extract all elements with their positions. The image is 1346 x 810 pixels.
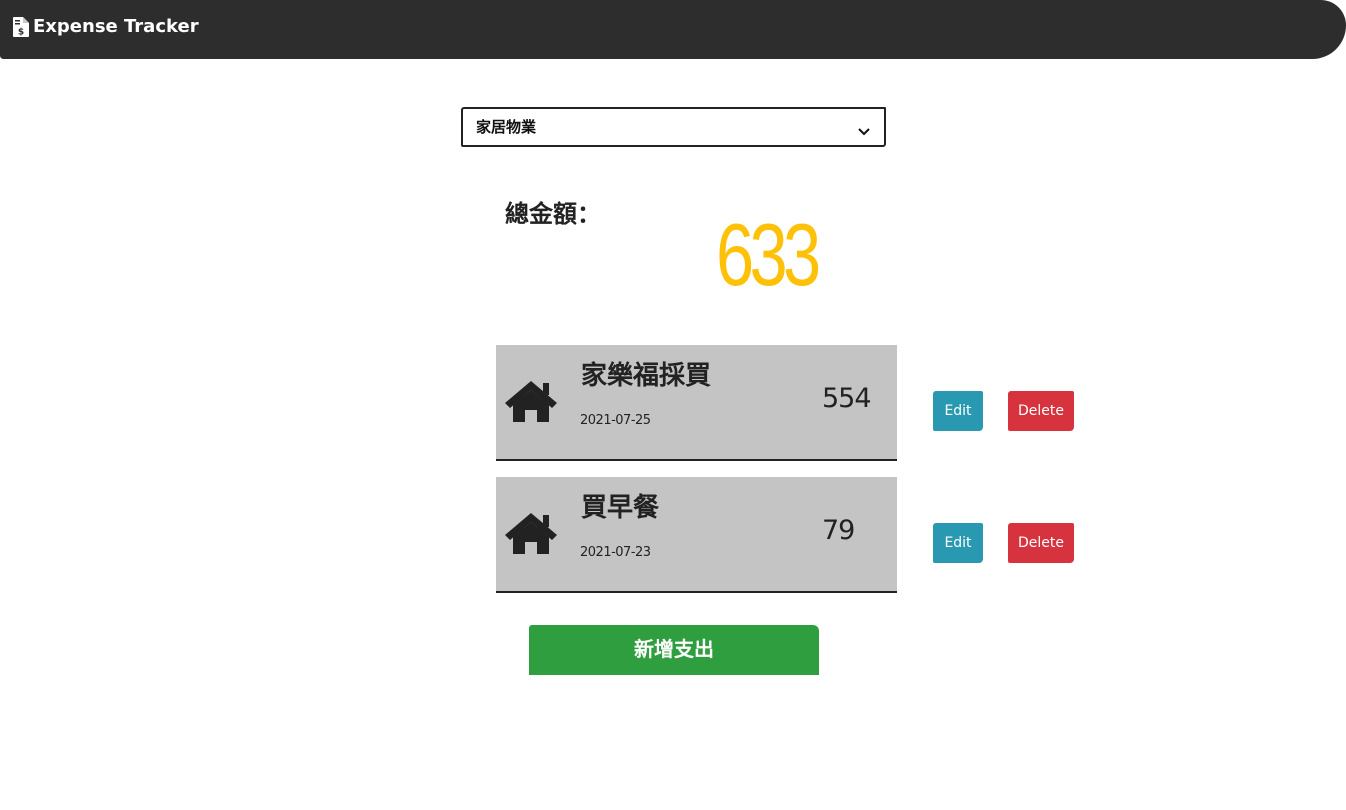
expense-record: 家樂福採買 2021-07-25 554	[496, 345, 897, 461]
edit-button[interactable]: Edit	[933, 523, 983, 563]
record-name: 家樂福採買	[581, 361, 712, 391]
home-icon	[503, 379, 559, 427]
total-label: 總金額：	[505, 200, 601, 228]
delete-button[interactable]: Delete	[1008, 523, 1074, 563]
total-amount: 633	[716, 205, 821, 304]
navbar: $ Expense Tracker	[0, 0, 1346, 59]
category-select-value: 家居物業	[476, 118, 537, 136]
record-date: 2021-07-23	[580, 545, 651, 560]
expense-record: 買早餐 2021-07-23 79	[496, 477, 897, 593]
home-icon	[503, 511, 559, 559]
record-amount: 554	[822, 383, 872, 414]
chevron-down-icon	[858, 121, 870, 140]
category-select[interactable]: 家居物業	[461, 107, 886, 147]
record-amount: 79	[822, 515, 855, 546]
app-title: Expense Tracker	[33, 16, 199, 37]
file-invoice-dollar-icon: $	[13, 16, 29, 37]
brand-link[interactable]: $ Expense Tracker	[13, 16, 199, 37]
delete-button[interactable]: Delete	[1008, 391, 1074, 431]
edit-button[interactable]: Edit	[933, 391, 983, 431]
svg-text:$: $	[18, 27, 24, 37]
record-name: 買早餐	[581, 493, 660, 523]
record-date: 2021-07-25	[580, 413, 651, 428]
add-expense-button[interactable]: 新增支出	[529, 625, 819, 675]
